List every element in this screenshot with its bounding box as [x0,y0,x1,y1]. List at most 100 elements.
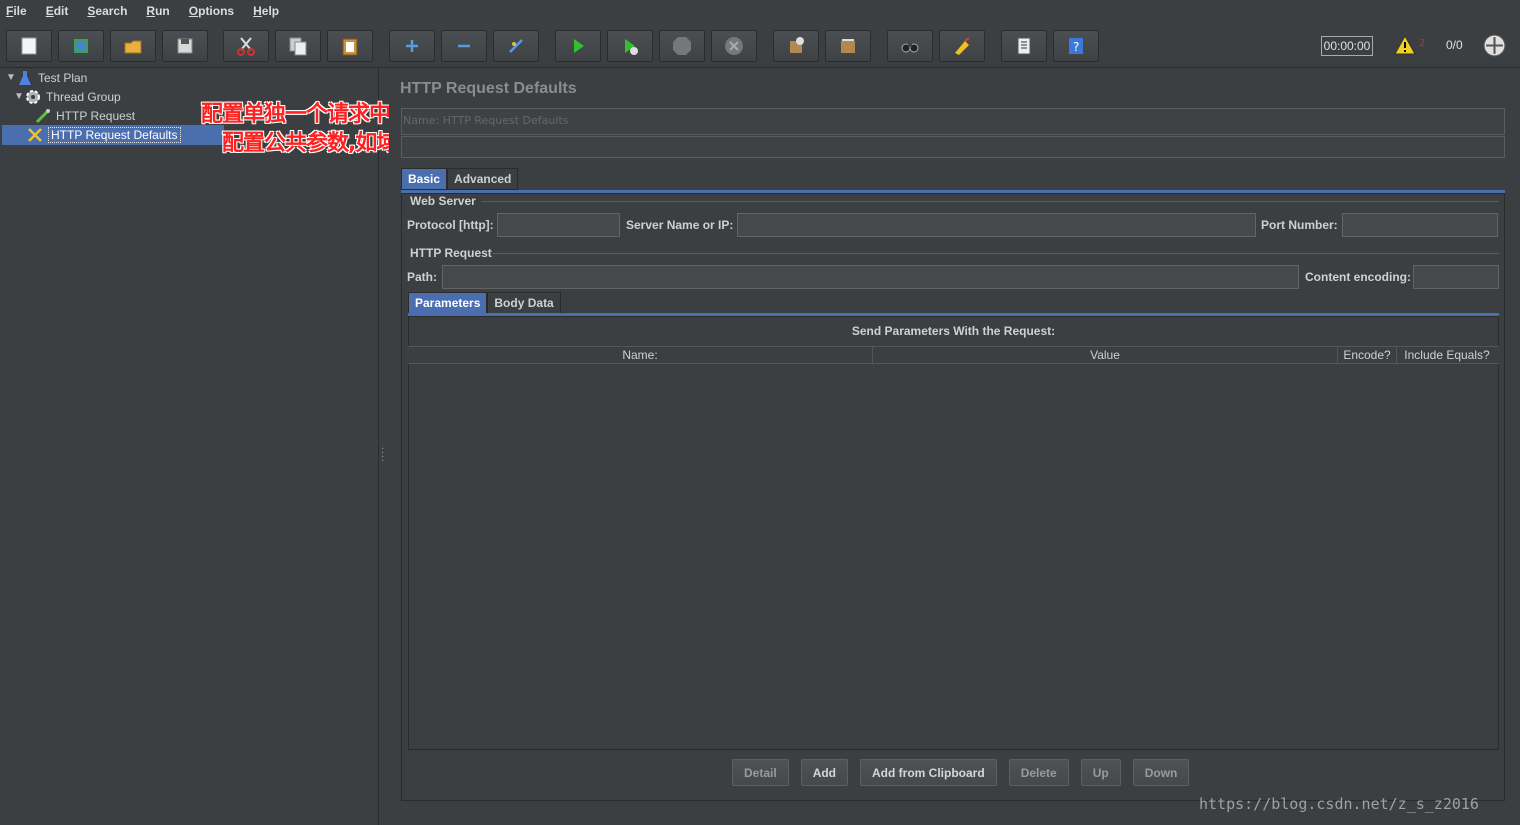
expand-button[interactable] [389,30,435,62]
column-include-equals[interactable]: Include Equals? [1397,347,1497,363]
tab-body-data[interactable]: Body Data [487,292,561,314]
http-request-title: HTTP Request [410,246,492,260]
svg-text:?: ? [1073,40,1079,54]
delete-button[interactable]: Delete [1008,759,1069,786]
tree-item-http-request[interactable]: HTTP Request [34,106,135,125]
copy-button[interactable] [275,30,321,62]
up-button[interactable]: Up [1080,759,1121,786]
down-button[interactable]: Down [1132,759,1190,786]
tab-parameters[interactable]: Parameters [408,292,488,314]
templates-icon [74,39,88,53]
tab-basic[interactable]: Basic [401,168,448,190]
menu-options[interactable]: Options [186,4,237,18]
toggle-icon [509,39,523,53]
reset-search-button[interactable] [939,30,985,62]
port-number-label: Port Number: [1261,218,1338,232]
help-icon: ? [1069,38,1083,54]
menu-file[interactable]: File [3,4,30,18]
detail-button[interactable]: Detail [732,759,789,786]
add-button[interactable]: Add [800,759,849,786]
menu-run[interactable]: Run [143,4,172,18]
comments-field[interactable] [401,136,1505,158]
start-icon [574,39,584,53]
test-plan-tree: ▼ Test Plan ▼ Thread Group HTTP Request … [0,68,379,825]
open-button[interactable] [110,30,156,62]
clear-button[interactable] [773,30,819,62]
expand-caret-icon[interactable]: ▼ [14,91,24,102]
start-no-timers-icon [625,39,638,55]
column-encode[interactable]: Encode? [1338,347,1397,363]
page-title: HTTP Request Defaults [400,80,577,97]
collapse-icon [458,44,470,48]
content-encoding-input[interactable] [1413,265,1499,289]
split-pane-divider[interactable]: · · · · [381,445,384,467]
group-divider [481,201,1499,202]
search-icon [901,43,919,53]
name-field-text: Name: HTTP Request Defaults [403,114,568,127]
tools-icon [28,127,42,142]
function-helper-button[interactable] [1001,30,1047,62]
cut-icon [237,37,255,56]
expand-caret-icon[interactable]: ▼ [6,72,16,83]
parameters-table-header: Name: Value Encode? Include Equals? [408,346,1499,364]
shutdown-icon [725,37,743,55]
stop-icon [673,37,691,55]
tree-item-thread-group[interactable]: ▼ Thread Group [14,87,121,106]
tree-item-label: HTTP Request [56,108,136,123]
add-from-clipboard-button[interactable]: Add from Clipboard [860,759,997,786]
port-number-input[interactable] [1342,213,1498,237]
menu-search[interactable]: Search [84,4,130,18]
toggle-button[interactable] [493,30,539,62]
paste-button[interactable] [327,30,373,62]
copy-icon [289,37,307,56]
column-name[interactable]: Name: [408,347,873,363]
pipette-icon [35,108,50,123]
new-icon [21,37,37,55]
open-icon [124,40,142,54]
toolbar: ? [0,24,1520,68]
tree-item-label: HTTP Request Defaults [48,126,181,143]
tree-item-http-request-defaults[interactable]: HTTP Request Defaults [26,125,181,144]
error-count: 2 [1419,38,1426,49]
collapse-button[interactable] [441,30,487,62]
start-button[interactable] [555,30,601,62]
warning-icon[interactable] [1394,35,1416,55]
watermark: https://blog.csdn.net/z_s_z2016 [1199,795,1479,813]
path-input[interactable] [442,265,1299,289]
protocol-input[interactable] [497,213,620,237]
menu-help[interactable]: Help [250,4,282,18]
elapsed-timer: 00:00:00 [1321,36,1373,56]
clear-all-icon [841,39,855,53]
search-button[interactable] [887,30,933,62]
name-label: Name: [403,114,440,127]
menu-bar: File Edit Search Run Options Help [0,0,1520,22]
parameters-table-body[interactable] [409,365,1498,749]
new-button[interactable] [6,30,52,62]
start-no-timers-button[interactable] [607,30,653,62]
tab-advanced[interactable]: Advanced [447,168,519,190]
gear-icon [26,89,40,104]
paste-icon [342,38,358,56]
path-label: Path: [407,270,437,284]
remote-engines-icon[interactable] [1483,34,1506,57]
stop-button[interactable] [659,30,705,62]
help-button[interactable]: ? [1053,30,1099,62]
config-tabs: Basic Advanced [401,168,519,190]
shutdown-button[interactable] [711,30,757,62]
save-button[interactable] [162,30,208,62]
protocol-label: Protocol [http]: [407,218,494,232]
tree-item-test-plan[interactable]: ▼ Test Plan [6,68,87,87]
cut-button[interactable] [223,30,269,62]
column-value[interactable]: Value [873,347,1338,363]
group-divider [493,253,1499,254]
element-editor-panel: HTTP Request Defaults Name: HTTP Request… [389,68,1520,825]
server-name-label: Server Name or IP: [626,218,734,232]
templates-button[interactable] [58,30,104,62]
clear-all-button[interactable] [825,30,871,62]
menu-edit[interactable]: Edit [43,4,72,18]
function-helper-icon [1017,37,1031,55]
server-name-input[interactable] [737,213,1256,237]
web-server-title: Web Server [410,194,476,208]
tree-item-label: Test Plan [38,70,88,85]
name-value: HTTP Request Defaults [442,114,569,127]
